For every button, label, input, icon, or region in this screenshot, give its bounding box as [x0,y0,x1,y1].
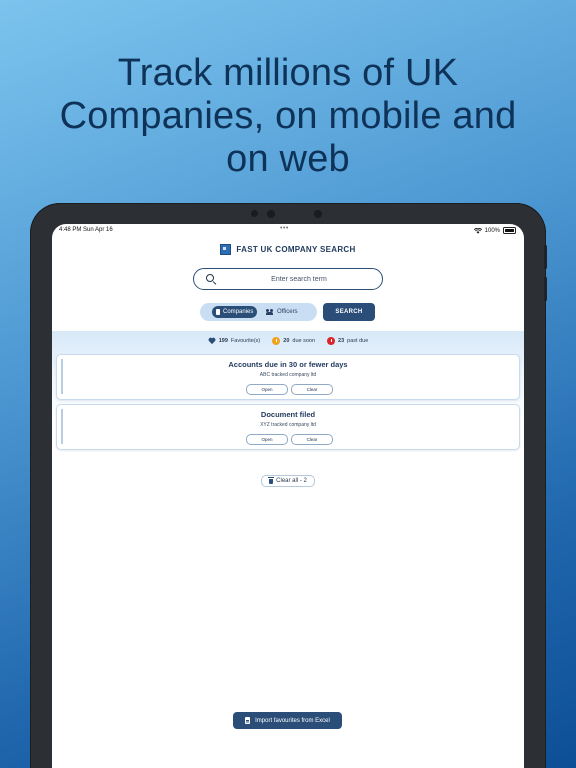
notification-card[interactable]: Document filed XYZ tracked company ltd O… [56,404,520,450]
search-icon [206,274,214,282]
status-bar: 4:48 PM Sun Apr 16 ••• 100% [52,224,524,238]
due-soon-count: 20 [283,338,290,344]
headline-line-3: on web [226,138,350,180]
clear-all-button[interactable]: Clear all - 2 [261,475,315,487]
document-icon [245,717,251,724]
favourites-count: 199 [218,338,228,344]
search-box[interactable] [193,268,383,290]
import-label: Import favourites from Excel [255,717,330,724]
search-button[interactable]: SEARCH [323,303,375,321]
wifi-icon [473,227,482,234]
volume-button [544,277,547,301]
due-soon-label: due soon [292,338,316,344]
open-button[interactable]: Open [246,384,288,395]
card-subtitle: ABC tracked company ltd [259,372,317,378]
stat-due-soon[interactable]: 20 due soon [272,337,315,345]
people-icon [266,309,274,315]
sensor-dot [251,210,258,217]
trash-icon [268,477,275,484]
card-title: Document filed [260,410,316,419]
past-due-count: 23 [338,338,345,344]
battery-percent: 100% [484,227,500,234]
heart-icon [208,338,216,345]
segment-companies[interactable]: Companies [212,306,258,318]
segment-officers-label: Officers [277,309,298,315]
battery-icon [503,227,516,234]
camera-lens [267,210,275,218]
status-right: 100% [473,227,516,234]
stat-past-due[interactable]: 23 past due [327,337,368,345]
clock-due-soon-icon [272,337,281,345]
clear-button[interactable]: Clear [291,434,333,445]
building-icon [216,309,220,315]
card-title: Accounts due in 30 or fewer days [228,360,348,369]
headline-line-2: Companies, on mobile and [59,95,517,137]
segment-companies-label: Companies [223,309,254,315]
stat-favourites[interactable]: 199 Favourite(s) [208,338,261,345]
search-input[interactable] [224,269,374,289]
favourites-label: Favourite(s) [230,338,261,344]
segment-officers[interactable]: Officers [262,306,302,318]
headline-line-1: Track millions of UK [117,52,459,94]
volume-button [544,245,547,269]
multitask-dots-icon[interactable]: ••• [280,225,289,232]
search-type-toggle[interactable]: Companies Officers [200,303,317,321]
marketing-headline: Track millions of UK Companies, on mobil… [0,52,576,181]
app-header: FAST UK COMPANY SEARCH [52,244,524,255]
stats-bar: 199 Favourite(s) 20 due soon 23 past due [52,335,524,347]
sensor-dot [314,210,322,218]
past-due-label: past due [347,338,369,344]
status-time-date: 4:48 PM Sun Apr 16 [59,227,113,233]
import-favourites-button[interactable]: Import favourites from Excel [233,712,342,729]
marketing-background: Track millions of UK Companies, on mobil… [0,0,576,768]
notification-card[interactable]: Accounts due in 30 or fewer days ABC tra… [56,354,520,400]
clear-all-label: Clear all - 2 [276,478,307,484]
app-logo-icon [220,244,232,255]
clock-past-due-icon [327,337,336,345]
app-title: FAST UK COMPANY SEARCH [236,245,356,254]
open-button[interactable]: Open [246,434,288,445]
clear-button[interactable]: Clear [291,384,333,395]
app-screen: 4:48 PM Sun Apr 16 ••• 100% FAST UK COMP… [52,224,524,768]
card-subtitle: XYZ tracked company ltd [260,422,316,428]
